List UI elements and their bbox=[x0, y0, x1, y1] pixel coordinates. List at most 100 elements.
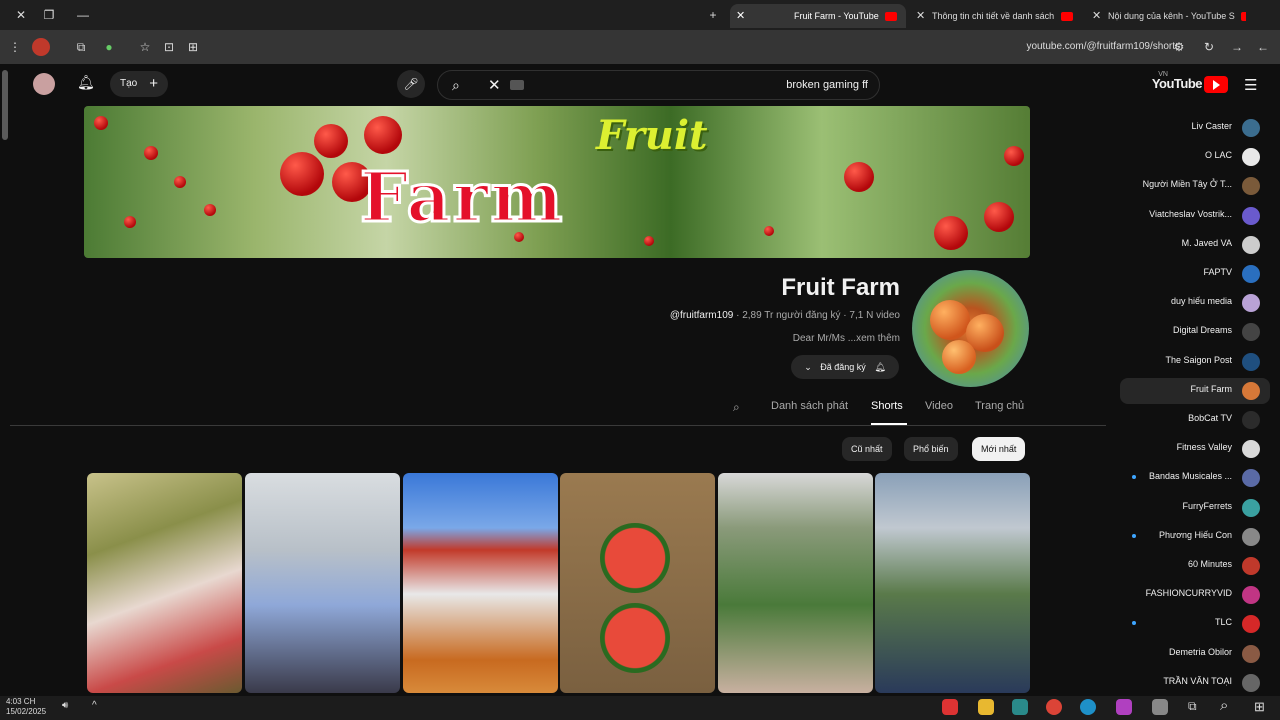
page-scrollbar[interactable] bbox=[2, 70, 8, 140]
tab-playlists[interactable]: Danh sách phát bbox=[771, 400, 848, 412]
notifications-bell-icon[interactable]: 🔔︎ bbox=[77, 74, 95, 91]
tab-close-icon[interactable]: ✕ bbox=[1092, 4, 1101, 28]
new-tab-button[interactable]: + bbox=[704, 6, 722, 24]
sidebar-item[interactable]: Demetria Obilor bbox=[1120, 641, 1270, 667]
close-window-icon[interactable]: ✕ bbox=[12, 6, 30, 24]
forward-icon[interactable]: → bbox=[1228, 38, 1246, 56]
sidebar-item[interactable]: FAPTV bbox=[1120, 261, 1270, 287]
short-thumbnail[interactable] bbox=[87, 473, 242, 693]
tab-videos[interactable]: Video bbox=[925, 400, 953, 412]
channel-avatar-icon bbox=[1242, 294, 1260, 313]
sidebar-item[interactable]: O LAC bbox=[1120, 144, 1270, 170]
app-icon[interactable] bbox=[1152, 699, 1168, 715]
short-thumbnail[interactable] bbox=[245, 473, 400, 693]
sidebar-item[interactable]: TRẦN VĂN TOẠI bbox=[1120, 670, 1270, 696]
avatar[interactable] bbox=[33, 73, 55, 95]
tab-close-icon[interactable]: ✕ bbox=[736, 4, 745, 28]
bookmark-star-icon[interactable]: ☆ bbox=[136, 38, 154, 56]
app-icon[interactable] bbox=[942, 699, 958, 715]
sidebar-item[interactable]: Fruit Farm bbox=[1120, 377, 1270, 404]
restore-window-icon[interactable]: ❐ bbox=[40, 6, 58, 24]
browser-tab[interactable]: ✕ Thông tin chi tiết về danh sách bbox=[910, 4, 1080, 28]
channel-avatar-icon bbox=[1242, 615, 1260, 634]
browser-tab-active[interactable]: ✕ Fruit Farm - YouTube bbox=[730, 4, 906, 28]
file-explorer-icon[interactable] bbox=[978, 699, 994, 715]
sidebar-item[interactable]: BobCat TV bbox=[1120, 407, 1270, 433]
channel-avatar-icon bbox=[1242, 498, 1260, 517]
create-button[interactable]: Tạo + bbox=[110, 71, 168, 97]
chip-newest[interactable]: Mới nhất bbox=[972, 437, 1026, 461]
sidebar-item-label: BobCat TV bbox=[1188, 413, 1232, 423]
short-thumbnail[interactable] bbox=[875, 473, 1030, 693]
keyboard-icon[interactable] bbox=[510, 80, 524, 90]
channel-name: Fruit Farm bbox=[781, 274, 900, 301]
tab-home[interactable]: Trang chủ bbox=[975, 400, 1024, 412]
sidebar-item-label: Fruit Farm bbox=[1190, 383, 1233, 394]
app-icon[interactable] bbox=[1012, 699, 1028, 715]
channel-avatar-icon bbox=[1242, 323, 1260, 342]
channel-avatar-icon bbox=[1242, 177, 1260, 196]
translate-icon[interactable]: ⊡ bbox=[160, 38, 178, 56]
short-thumbnail[interactable] bbox=[403, 473, 558, 693]
channel-avatar[interactable] bbox=[912, 270, 1029, 387]
channel-avatar-icon bbox=[1242, 119, 1260, 137]
sidebar-item[interactable]: Người Miền Tây Ở T... bbox=[1120, 173, 1270, 199]
sidebar-item[interactable]: TLC bbox=[1120, 611, 1270, 637]
sidebar-item[interactable]: Digital Dreams bbox=[1120, 319, 1270, 345]
sidebar-item[interactable]: The Saigon Post bbox=[1120, 349, 1270, 375]
channel-avatar-icon bbox=[1242, 586, 1260, 605]
sidebar-item[interactable]: Phương Hiếu Con bbox=[1120, 524, 1270, 550]
browser-tab[interactable]: ✕ Nội dung của kênh - YouTube S bbox=[1086, 4, 1246, 28]
channel-search-icon[interactable]: ⌕ bbox=[733, 400, 740, 415]
task-view-icon[interactable]: ⧉ bbox=[1188, 699, 1197, 714]
sidebar-item[interactable]: Viatcheslav Vostrik... bbox=[1120, 203, 1270, 229]
sidebar-item-label: Digital Dreams bbox=[1172, 325, 1232, 336]
clear-search-icon[interactable]: ✕ bbox=[488, 76, 501, 94]
extensions-icon[interactable]: ⧉ bbox=[72, 38, 90, 56]
tab-shorts[interactable]: Shorts bbox=[871, 400, 903, 412]
voice-search-icon[interactable]: 🎤︎ bbox=[397, 70, 425, 98]
app-icon[interactable] bbox=[1116, 699, 1132, 715]
create-label: Tạo bbox=[120, 78, 138, 89]
hamburger-menu-icon[interactable]: ☰ bbox=[1244, 76, 1257, 94]
install-app-icon[interactable]: ⊞ bbox=[184, 38, 202, 56]
youtube-logo[interactable]: YouTube VN bbox=[1152, 71, 1228, 93]
youtube-favicon-icon bbox=[1060, 12, 1073, 22]
short-thumbnail[interactable] bbox=[560, 473, 715, 693]
tab-close-icon[interactable]: ✕ bbox=[916, 4, 925, 28]
sidebar-item[interactable]: duy hiếu media bbox=[1120, 290, 1270, 316]
search-icon[interactable]: ⌕ bbox=[1220, 697, 1228, 714]
sidebar-item-label: FurryFerrets bbox=[1182, 500, 1233, 511]
channel-avatar-icon bbox=[1242, 381, 1260, 400]
volume-icon[interactable]: 🔊︎ bbox=[62, 700, 68, 711]
menu-dots-icon[interactable]: ⋮ bbox=[6, 38, 24, 56]
search-icon[interactable]: ⌕ bbox=[452, 77, 460, 94]
chip-oldest[interactable]: Cũ nhất bbox=[842, 437, 892, 461]
edge-icon[interactable] bbox=[1080, 699, 1096, 715]
extension-icon[interactable]: ● bbox=[100, 38, 118, 56]
sidebar-item[interactable]: Bandas Musicales ... bbox=[1120, 465, 1270, 491]
sidebar-item[interactable]: Liv Caster bbox=[1120, 115, 1270, 141]
browser-tab-strip: ✕ ❐ — + ✕ Nội dung của kênh - YouTube S … bbox=[0, 0, 1280, 30]
chip-popular[interactable]: Phổ biến bbox=[904, 437, 958, 461]
sidebar-item[interactable]: FurryFerrets bbox=[1120, 495, 1270, 521]
short-thumbnail[interactable] bbox=[718, 473, 873, 693]
channel-description[interactable]: Dear Mr/Ms ...xem thêm bbox=[700, 333, 900, 344]
chrome-icon[interactable] bbox=[1046, 699, 1062, 715]
back-icon[interactable]: ← bbox=[1254, 38, 1272, 56]
reload-icon[interactable]: ↻ bbox=[1200, 38, 1218, 56]
subscribed-button[interactable]: ⌄ Đã đăng ký 🔔︎ bbox=[791, 355, 899, 379]
start-icon[interactable]: ⊞ bbox=[1254, 699, 1265, 715]
search-input[interactable]: broken gaming ff bbox=[560, 76, 868, 94]
profile-icon[interactable] bbox=[32, 38, 50, 56]
new-content-dot-icon bbox=[1132, 621, 1136, 626]
minimize-window-icon[interactable]: — bbox=[74, 6, 92, 24]
tray-chevron-icon[interactable]: ^ bbox=[92, 700, 97, 711]
sidebar-item[interactable]: FASHIONCURRYVID bbox=[1120, 582, 1270, 608]
address-bar[interactable]: youtube.com/@fruitfarm109/shorts bbox=[1000, 38, 1180, 56]
sidebar-item[interactable]: Fitness Valley bbox=[1120, 436, 1270, 462]
sidebar-item[interactable]: 60 Minutes bbox=[1120, 553, 1270, 579]
sidebar-item-label: FASHIONCURRYVID bbox=[1145, 588, 1232, 599]
sidebar-item-label: Người Miền Tây Ở T... bbox=[1142, 179, 1232, 190]
sidebar-item[interactable]: M. Javed VA bbox=[1120, 232, 1270, 258]
